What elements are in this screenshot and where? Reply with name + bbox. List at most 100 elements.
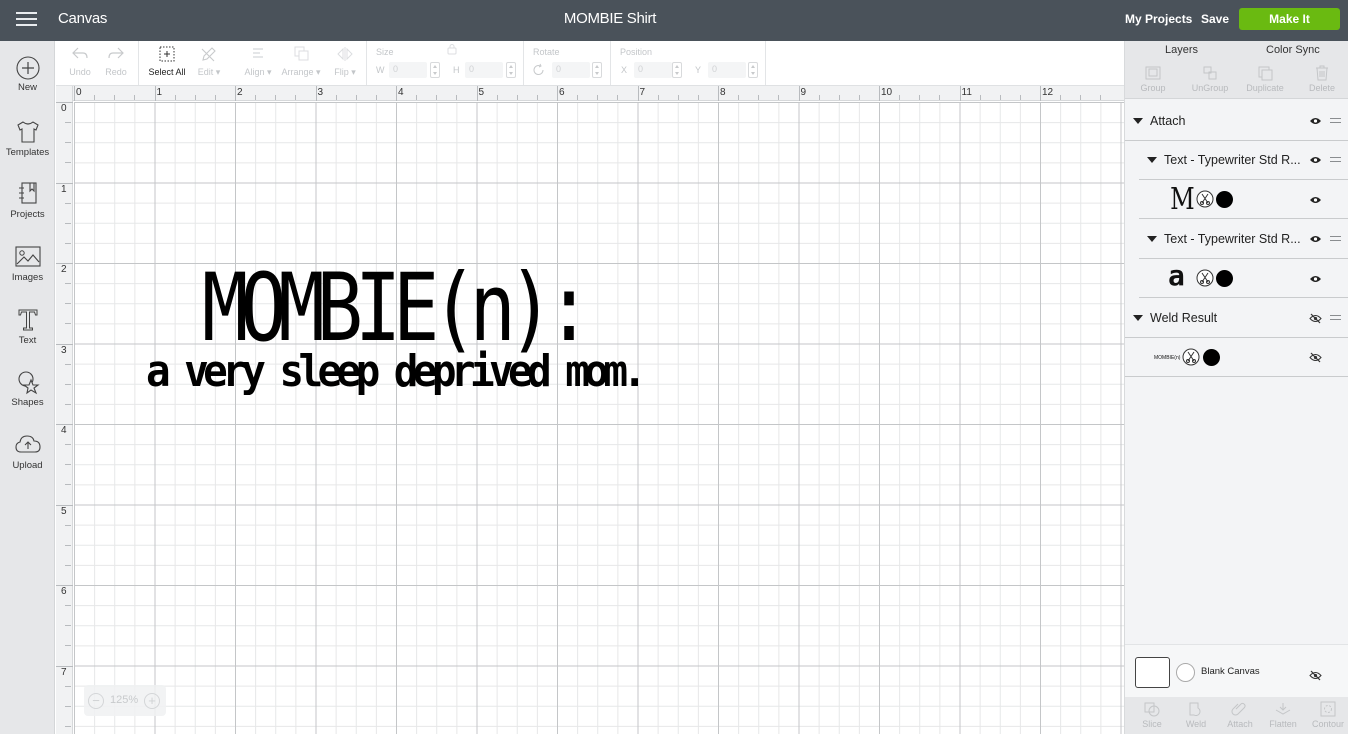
sidebar-item-upload[interactable]: Upload [0, 432, 55, 490]
sidebar-item-images[interactable]: Images [0, 244, 55, 302]
ruler-tick [697, 95, 699, 100]
width-stepper[interactable] [430, 62, 440, 78]
collapse-triangle-icon[interactable] [1147, 236, 1157, 242]
make-it-button[interactable]: Make It [1239, 8, 1340, 30]
flip-dropdown[interactable]: Flip ▾ [332, 45, 358, 78]
attach-button[interactable]: Attach [1225, 701, 1255, 729]
sidebar-item-projects[interactable]: Projects [0, 181, 55, 239]
layer-group-attach[interactable]: Attach [1125, 102, 1348, 141]
ruler-tick [65, 363, 71, 365]
sidebar-item-templates[interactable]: Templates [0, 119, 55, 177]
width-input[interactable]: 0 [389, 62, 427, 78]
zoom-out-button[interactable]: − [88, 693, 104, 709]
ruler-tick [114, 95, 116, 100]
collapse-triangle-icon[interactable] [1133, 118, 1143, 124]
y-position-input[interactable]: 0 [708, 62, 746, 78]
arrange-dropdown[interactable]: Arrange ▾ [280, 45, 322, 78]
ruler-tick [1100, 95, 1102, 100]
ruler-tick [778, 95, 780, 100]
ruler-label: 6 [559, 87, 565, 98]
eye-hidden-icon[interactable] [1309, 670, 1322, 681]
eye-icon[interactable] [1309, 195, 1322, 205]
collapse-triangle-icon[interactable] [1133, 315, 1143, 321]
x-position-input[interactable]: 0 [634, 62, 672, 78]
arrange-icon [294, 46, 309, 61]
color-swatch[interactable] [1216, 191, 1233, 208]
layer-group-weld-result[interactable]: Weld Result [1125, 299, 1348, 338]
toolbar-divider [610, 41, 611, 85]
design-canvas[interactable]: MOMBIE(n): a very sleep deprived mom. [74, 102, 1124, 734]
cut-scissors-icon[interactable] [1196, 190, 1214, 208]
edit-dropdown[interactable]: Edit ▾ [195, 45, 223, 78]
contour-button[interactable]: Contour [1311, 701, 1345, 729]
my-projects-link[interactable]: My Projects [1125, 12, 1192, 26]
layer-item-a[interactable]: a [1139, 259, 1348, 298]
layer-thumbnail: MOMBIE(n) [1154, 355, 1181, 361]
layer-thumbnail: M [1170, 182, 1195, 217]
ruler-label: 4 [398, 87, 404, 98]
save-button[interactable]: Save [1201, 12, 1229, 26]
x-position-stepper[interactable] [672, 62, 682, 78]
zoom-in-button[interactable]: + [144, 693, 160, 709]
drag-handle-icon[interactable] [1330, 315, 1341, 320]
tab-color-sync[interactable]: Color Sync [1266, 44, 1320, 56]
design-text-subtitle[interactable]: a very sleep deprived mom. [146, 350, 647, 394]
align-dropdown[interactable]: Align ▾ [240, 45, 276, 78]
flip-icon [337, 47, 353, 61]
design-text-title[interactable]: MOMBIE(n): [202, 262, 592, 356]
undo-button[interactable]: Undo [68, 45, 92, 77]
layer-name: Text - Typewriter Std R... [1164, 153, 1301, 167]
slice-button[interactable]: Slice [1139, 701, 1165, 729]
toolbar-divider [765, 41, 766, 85]
rotate-input[interactable]: 0 [552, 62, 590, 78]
ruler-tick [718, 86, 719, 101]
canvas-color-swatch[interactable] [1135, 657, 1170, 688]
eye-icon[interactable] [1309, 234, 1322, 244]
height-input[interactable]: 0 [465, 62, 503, 78]
y-position-stepper[interactable] [748, 62, 758, 78]
layer-text-2[interactable]: Text - Typewriter Std R... [1139, 220, 1348, 259]
color-swatch[interactable] [1216, 270, 1233, 287]
ruler-tick [798, 86, 800, 101]
height-stepper[interactable] [506, 62, 516, 78]
eye-icon[interactable] [1309, 116, 1322, 126]
ruler-tick [94, 95, 96, 100]
weld-button[interactable]: Weld [1184, 701, 1208, 729]
duplicate-button[interactable]: Duplicate [1244, 65, 1286, 93]
layer-item-weld[interactable]: MOMBIE(n) [1125, 338, 1348, 377]
ruler-tick [577, 95, 579, 100]
rotate-stepper[interactable] [592, 62, 602, 78]
ruler-tick [65, 122, 71, 124]
select-all-button[interactable]: Select All [148, 45, 186, 77]
ruler-tick [1060, 95, 1062, 100]
group-button[interactable]: Group [1138, 65, 1168, 93]
sidebar-item-text[interactable]: Text [0, 307, 55, 365]
eye-hidden-icon[interactable] [1309, 313, 1322, 324]
sidebar-item-shapes[interactable]: Shapes [0, 369, 55, 427]
cut-scissors-icon[interactable] [1182, 348, 1200, 366]
ungroup-button[interactable]: UnGroup [1190, 65, 1230, 93]
sidebar-item-new[interactable]: New [0, 56, 55, 114]
layer-text-1[interactable]: Text - Typewriter Std R... [1139, 141, 1348, 180]
eye-icon[interactable] [1309, 274, 1322, 284]
drag-handle-icon[interactable] [1330, 236, 1341, 241]
delete-button[interactable]: Delete [1307, 65, 1337, 93]
eye-icon[interactable] [1309, 155, 1322, 165]
ungroup-icon [1203, 66, 1217, 80]
blank-canvas-row[interactable]: Blank Canvas [1125, 644, 1348, 697]
drag-handle-icon[interactable] [1330, 157, 1341, 162]
ruler-label: 4 [61, 425, 67, 436]
color-swatch[interactable] [1203, 349, 1220, 366]
ruler-tick [255, 95, 257, 100]
eye-hidden-icon[interactable] [1309, 352, 1322, 363]
lock-icon[interactable] [446, 43, 458, 55]
cut-scissors-icon[interactable] [1196, 269, 1214, 287]
canvas-color-circle[interactable] [1176, 663, 1195, 682]
ruler-tick [315, 86, 317, 101]
layer-item-M[interactable]: M [1139, 180, 1348, 219]
tab-layers[interactable]: Layers [1165, 44, 1198, 56]
collapse-triangle-icon[interactable] [1147, 157, 1157, 163]
drag-handle-icon[interactable] [1330, 118, 1341, 123]
redo-button[interactable]: Redo [104, 45, 128, 77]
flatten-button[interactable]: Flatten [1268, 701, 1298, 729]
